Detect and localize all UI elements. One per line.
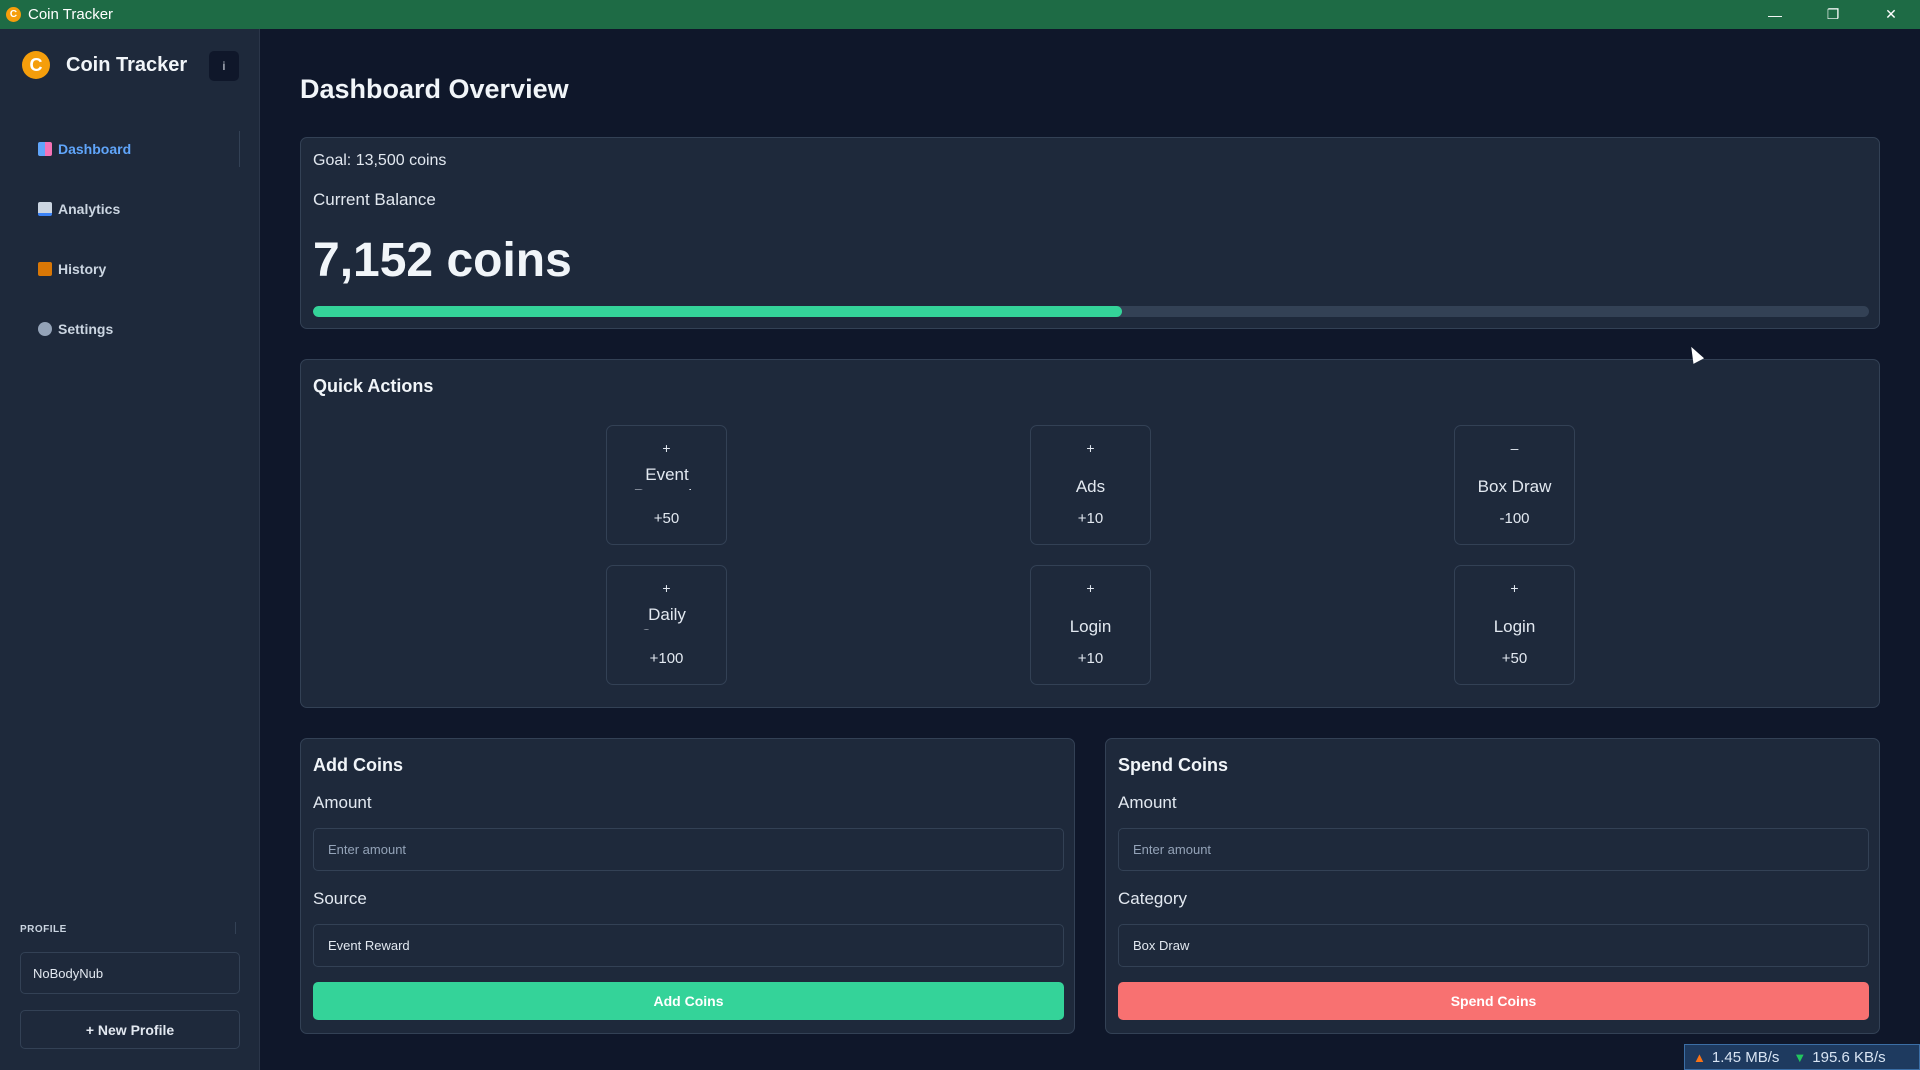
spend-amount-label: Amount bbox=[1118, 793, 1177, 812]
spend-coins-title: Spend Coins bbox=[1118, 755, 1229, 775]
upload-speed: 1.45 MB/s bbox=[1711, 1048, 1780, 1066]
plus-icon: + bbox=[1510, 580, 1519, 596]
quick-action-login-50[interactable]: + Login +50 bbox=[1454, 565, 1575, 685]
quick-action-value: +10 bbox=[1077, 650, 1104, 667]
close-button[interactable]: ✕ bbox=[1862, 0, 1920, 29]
add-coins-title: Add Coins bbox=[313, 755, 403, 775]
coin-logo-icon: C bbox=[22, 51, 50, 79]
maximize-button[interactable]: ❐ bbox=[1804, 0, 1862, 29]
dashboard-icon bbox=[38, 142, 52, 156]
quick-action-login-10[interactable]: + Login +10 bbox=[1030, 565, 1151, 685]
sidebar-item-dashboard[interactable]: Dashboard bbox=[0, 119, 260, 179]
window-controls: — ❐ ✕ bbox=[1746, 0, 1920, 29]
quick-action-box-draw[interactable]: – Box Draw -100 bbox=[1454, 425, 1575, 545]
brand-name: Coin Tracker bbox=[66, 53, 188, 76]
quick-action-label: Event Rewards bbox=[633, 465, 700, 490]
spend-coins-card: Spend Coins Amount Category Box Draw Spe… bbox=[1105, 738, 1880, 1034]
sidebar-item-history[interactable]: History bbox=[0, 239, 260, 299]
quick-action-label: Ads bbox=[1075, 477, 1106, 496]
plus-icon: + bbox=[662, 440, 671, 456]
quick-actions-card: Quick Actions + Event Rewards +50 + Ads … bbox=[300, 359, 1880, 708]
quick-action-value: +50 bbox=[1501, 650, 1528, 667]
sidebar-item-analytics[interactable]: Analytics bbox=[0, 179, 260, 239]
sidebar-item-label: Analytics bbox=[58, 201, 121, 217]
analytics-icon bbox=[38, 202, 52, 216]
goal-text: Goal: 13,500 coins bbox=[313, 152, 447, 169]
profile-select[interactable]: NoBodyNub bbox=[20, 952, 240, 994]
profile-section-label: PROFILE bbox=[20, 922, 236, 935]
minus-icon: – bbox=[1510, 440, 1519, 456]
quick-action-value: +100 bbox=[649, 650, 684, 667]
goal-progress-fill bbox=[313, 306, 1123, 317]
sidebar-item-label: Settings bbox=[58, 321, 114, 337]
quick-action-label: Login bbox=[1493, 617, 1536, 636]
quick-action-value: +50 bbox=[653, 510, 680, 527]
add-coins-card: Add Coins Amount Source Event Reward Add… bbox=[300, 738, 1075, 1034]
spend-coins-button[interactable]: Spend Coins bbox=[1118, 982, 1869, 1020]
plus-icon: + bbox=[662, 580, 671, 596]
balance-value: 7,152 coins bbox=[313, 234, 572, 287]
sidebar-nav: Dashboard Analytics History Settings bbox=[0, 119, 260, 359]
quick-action-value: +10 bbox=[1077, 510, 1104, 527]
settings-icon bbox=[38, 322, 52, 336]
add-amount-input[interactable] bbox=[313, 828, 1064, 871]
add-amount-label: Amount bbox=[313, 793, 372, 812]
page-title: Dashboard Overview bbox=[300, 74, 569, 104]
category-select[interactable]: Box Draw bbox=[1118, 924, 1869, 967]
history-icon bbox=[38, 262, 52, 276]
sidebar: C Coin Tracker i Dashboard Analytics His… bbox=[0, 29, 260, 1070]
plus-icon: + bbox=[1086, 440, 1095, 456]
spend-amount-input[interactable] bbox=[1118, 828, 1869, 871]
window-titlebar: C Coin Tracker — ❐ ✕ bbox=[0, 0, 1920, 29]
app-icon: C bbox=[6, 7, 21, 22]
quick-action-label: Daily Games bbox=[640, 605, 695, 630]
info-button[interactable]: i bbox=[209, 51, 239, 81]
download-arrow-icon: ▼ bbox=[1793, 1049, 1807, 1065]
source-label: Source bbox=[313, 889, 367, 908]
new-profile-button[interactable]: + New Profile bbox=[20, 1010, 240, 1049]
plus-icon: + bbox=[1086, 580, 1095, 596]
goal-progress-bar bbox=[313, 306, 1869, 317]
balance-card: Goal: 13,500 coins Current Balance 7,152… bbox=[300, 137, 1880, 329]
sidebar-item-label: Dashboard bbox=[58, 141, 132, 157]
quick-action-event-rewards[interactable]: + Event Rewards +50 bbox=[606, 425, 727, 545]
current-balance-label: Current Balance bbox=[313, 190, 436, 209]
category-label: Category bbox=[1118, 889, 1187, 908]
quick-action-daily-games[interactable]: + Daily Games +100 bbox=[606, 565, 727, 685]
quick-actions-title: Quick Actions bbox=[313, 376, 434, 396]
minimize-button[interactable]: — bbox=[1746, 0, 1804, 29]
quick-action-label: Login bbox=[1069, 617, 1112, 636]
upload-arrow-icon: ▲ bbox=[1693, 1049, 1706, 1065]
sidebar-item-label: History bbox=[58, 261, 107, 277]
window-title: Coin Tracker bbox=[28, 6, 114, 23]
sidebar-item-settings[interactable]: Settings bbox=[0, 299, 260, 359]
source-select[interactable]: Event Reward bbox=[313, 924, 1064, 967]
add-coins-button[interactable]: Add Coins bbox=[313, 982, 1064, 1020]
brand: C Coin Tracker bbox=[22, 51, 187, 79]
quick-action-value: -100 bbox=[1499, 510, 1530, 527]
download-speed: 195.6 KB/s bbox=[1812, 1048, 1886, 1066]
quick-action-ads[interactable]: + Ads +10 bbox=[1030, 425, 1151, 545]
network-monitor: ▲ 1.45 MB/s ▼ 195.6 KB/s bbox=[1684, 1044, 1920, 1070]
quick-action-label: Box Draw bbox=[1477, 477, 1552, 496]
